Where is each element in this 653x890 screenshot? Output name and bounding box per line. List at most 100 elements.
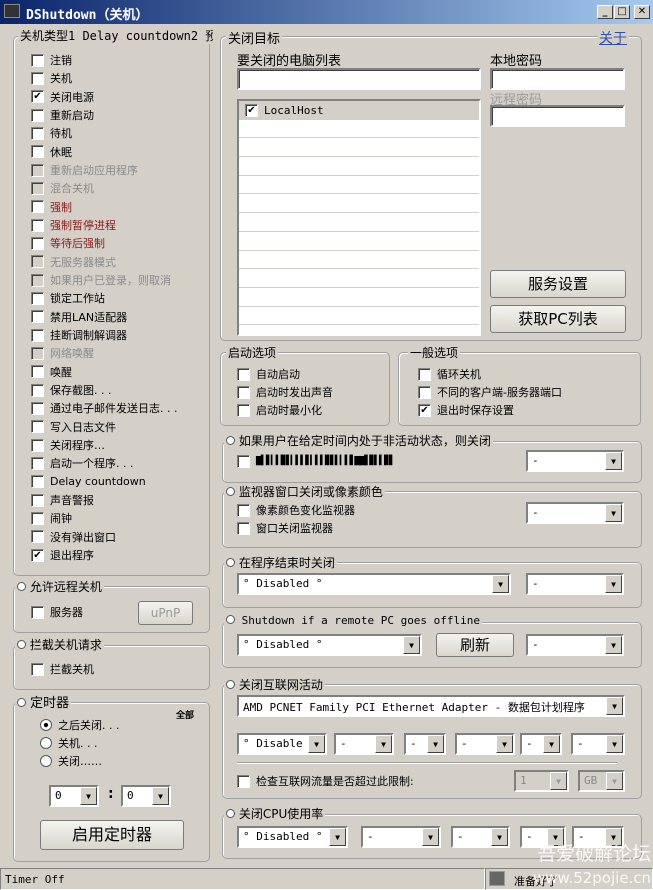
checkbox[interactable] (31, 255, 44, 269)
monitor-combo[interactable]: - ▼ (526, 502, 624, 524)
shutdown-type-5[interactable]: 休眠 (31, 143, 177, 161)
checkbox[interactable] (31, 365, 44, 379)
shutdown-type-24[interactable]: 声音警报 (31, 491, 177, 509)
checkbox[interactable] (31, 328, 44, 342)
checkbox[interactable] (31, 511, 44, 525)
pc-list-row[interactable] (239, 288, 479, 307)
checkbox[interactable] (31, 126, 44, 140)
server-checkbox[interactable]: 服务器 (31, 603, 83, 621)
checkbox[interactable] (31, 456, 44, 470)
cpu-radio[interactable] (226, 809, 235, 818)
shutdown-type-20[interactable]: 写入日志文件 (31, 418, 177, 436)
intercept-radio[interactable] (17, 640, 26, 649)
idle-checkbox[interactable]: ▇▍▌▎▍▋▌▎▍▍▌▎▍▍▋▌▍▎▍▌▇▇▌▋▍▍▋▌ (237, 452, 396, 470)
pc-list-row[interactable] (239, 269, 479, 288)
pc-list-row[interactable] (239, 232, 479, 251)
checkbox[interactable] (31, 530, 44, 544)
checkbox[interactable] (31, 71, 44, 85)
start-timer-button[interactable]: 启用定时器 (40, 820, 184, 850)
checkbox[interactable] (237, 367, 250, 381)
close-button[interactable]: ✕ (634, 5, 650, 19)
pc-name-input[interactable] (237, 68, 481, 90)
shutdown-type-17[interactable]: 唤醒 (31, 363, 177, 381)
shutdown-type-1[interactable]: 关机 (31, 69, 177, 87)
pc-list-row[interactable] (239, 176, 479, 195)
shutdown-type-8[interactable]: 强制 (31, 198, 177, 216)
traffic-checkbox[interactable]: 检查互联网流量是否超过此限制: (237, 772, 414, 790)
local-password-input[interactable] (490, 68, 625, 90)
idle-combo[interactable]: - ▼ (526, 450, 624, 472)
general-option-0[interactable]: 循环关机 (418, 365, 562, 383)
pc-list-row[interactable] (239, 307, 479, 326)
shutdown-type-4[interactable]: 待机 (31, 124, 177, 142)
refresh-button[interactable]: 刷新 (436, 633, 514, 657)
pc-item[interactable]: ✔ LocalHost (239, 101, 479, 119)
checkbox[interactable]: ✔ (31, 548, 44, 562)
maximize-button[interactable]: □ (614, 5, 630, 19)
shutdown-type-22[interactable]: 启动一个程序. . . (31, 454, 177, 472)
program-end-combo-2[interactable]: - ▼ (526, 573, 624, 595)
shutdown-type-7[interactable]: 混合关机 (31, 179, 177, 197)
monitor-radio[interactable] (226, 487, 235, 496)
checkbox[interactable]: ✔ (245, 103, 258, 117)
timer-radio[interactable] (17, 698, 26, 707)
checkbox[interactable] (418, 367, 431, 381)
checkbox[interactable] (31, 438, 44, 452)
shutdown-type-0[interactable]: 注销 (31, 51, 177, 69)
shutdown-type-27[interactable]: ✔ 退出程序 (31, 546, 177, 564)
checkbox[interactable] (31, 145, 44, 159)
intercept-checkbox[interactable]: 拦截关机 (31, 660, 94, 678)
combo-1[interactable]: - ▼ (334, 733, 394, 755)
pc-list-row[interactable] (239, 120, 479, 139)
traffic-value-combo[interactable]: 1 ▼ (514, 770, 569, 792)
timer-option-1[interactable]: 关机. . . (40, 734, 119, 752)
startup-option-1[interactable]: 启动时发出声音 (237, 383, 333, 401)
checkbox[interactable] (31, 475, 44, 489)
checkbox[interactable] (31, 420, 44, 434)
monitor-option-1[interactable]: 窗口关闭监视器 (237, 519, 355, 537)
idle-radio[interactable] (226, 436, 235, 445)
shutdown-type-23[interactable]: Delay countdown (31, 473, 177, 491)
radio[interactable] (40, 737, 52, 749)
shutdown-type-2[interactable]: ✔ 关闭电源 (31, 88, 177, 106)
shutdown-type-10[interactable]: 等待后强制 (31, 234, 177, 252)
checkbox[interactable] (237, 385, 250, 399)
pc-list-row[interactable] (239, 194, 479, 214)
checkbox[interactable] (31, 181, 44, 195)
upnp-button[interactable]: uPnP (138, 601, 193, 625)
pc-list-row[interactable] (239, 213, 479, 232)
checkbox[interactable] (31, 346, 44, 360)
shutdown-type-13[interactable]: 锁定工作站 (31, 289, 177, 307)
shutdown-type-26[interactable]: 没有弹出窗口 (31, 528, 177, 546)
checkbox[interactable] (31, 401, 44, 415)
startup-option-0[interactable]: 自动启动 (237, 365, 333, 383)
combo-2[interactable]: - ▼ (451, 826, 510, 848)
shutdown-type-21[interactable]: 关闭程序… (31, 436, 177, 454)
shutdown-type-3[interactable]: 重新启动 (31, 106, 177, 124)
internet-radio[interactable] (226, 680, 235, 689)
checkbox[interactable] (31, 200, 44, 214)
checkbox[interactable] (31, 291, 44, 305)
about-link[interactable]: 关于 (597, 28, 629, 48)
general-option-1[interactable]: 不同的客户端-服务器端口 (418, 383, 562, 401)
shutdown-type-9[interactable]: 强制暂停进程 (31, 216, 177, 234)
shutdown-type-11[interactable]: 无服务器模式 (31, 253, 177, 271)
remote-offline-combo[interactable]: ° Disabled ° ▼ (237, 634, 422, 656)
combo-4[interactable]: - ▼ (520, 733, 562, 755)
combo-2[interactable]: - ▼ (404, 733, 446, 755)
radio[interactable] (40, 755, 52, 767)
minutes-combo[interactable]: 0 ▼ (121, 785, 171, 807)
combo-0[interactable]: ° Disable ▼ (237, 733, 327, 755)
service-settings-button[interactable]: 服务设置 (490, 270, 626, 298)
checkbox[interactable] (31, 108, 44, 122)
remote-offline-radio[interactable] (226, 615, 235, 624)
shutdown-type-25[interactable]: 闹钟 (31, 509, 177, 527)
hours-combo[interactable]: 0 ▼ (49, 785, 99, 807)
checkbox[interactable] (31, 53, 44, 67)
combo-1[interactable]: - ▼ (361, 826, 441, 848)
checkbox[interactable] (237, 521, 250, 535)
checkbox[interactable] (31, 218, 44, 232)
checkbox[interactable] (31, 273, 44, 287)
radio[interactable] (40, 719, 52, 731)
adapter-combo[interactable]: AMD PCNET Family PCI Ethernet Adapter - … (237, 695, 625, 717)
